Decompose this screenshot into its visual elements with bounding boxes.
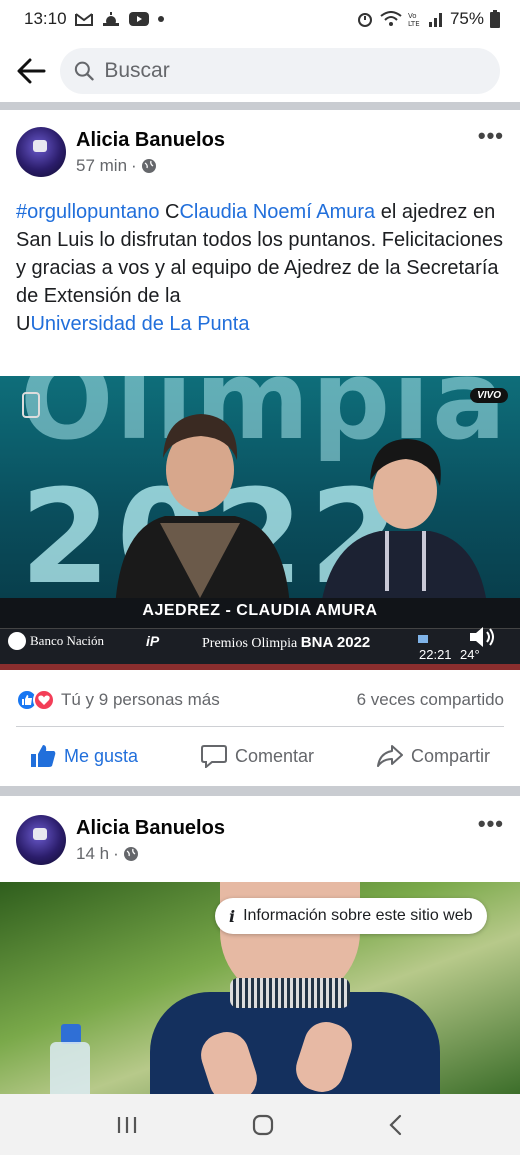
back-nav-icon[interactable] <box>388 1114 404 1136</box>
link-prefix: U <box>16 313 31 335</box>
tv-headline: AJEDREZ - CLAUDIA AMURA <box>142 602 378 619</box>
reaction-summary: Tú y 9 personas más <box>61 690 220 709</box>
post-text: #orgullopuntano CClaudia Noemí Amura el … <box>16 198 506 338</box>
wifi-icon <box>380 11 402 27</box>
woman-figure <box>115 414 290 608</box>
dot-icon <box>157 15 165 23</box>
post-time[interactable]: 14 h <box>76 844 109 864</box>
youtube-icon <box>128 12 149 26</box>
section-divider <box>0 102 520 110</box>
share-button[interactable]: Compartir <box>376 744 490 768</box>
flag-icon <box>418 635 428 643</box>
channel-logo: iP <box>146 633 160 649</box>
system-nav-bar <box>0 1094 520 1155</box>
status-time: 13:10 <box>24 9 67 28</box>
share-icon <box>376 745 403 767</box>
svg-text:LTE: LTE <box>408 20 420 27</box>
back-button[interactable] <box>14 54 48 88</box>
program-prefix: Premios Olimpia <box>202 636 298 651</box>
live-badge: VIVO <box>470 388 508 403</box>
status-bar: 13:10 Vo LTE 75% <box>0 0 520 38</box>
bank-icon <box>8 632 26 650</box>
author-name[interactable]: Alicia Banuelos <box>76 817 225 840</box>
comment-icon <box>201 745 227 768</box>
like-label: Me gusta <box>64 745 139 766</box>
search-icon <box>74 61 94 81</box>
water-bottle <box>50 1042 90 1094</box>
search-box[interactable] <box>60 48 500 94</box>
search-header <box>0 42 520 100</box>
home-icon[interactable] <box>251 1113 275 1137</box>
avatar[interactable] <box>16 127 66 177</box>
recent-apps-icon[interactable] <box>116 1115 138 1135</box>
sponsor-name: Banco Nación <box>30 633 105 648</box>
speaker-icon[interactable] <box>468 624 496 650</box>
svg-text:Vo: Vo <box>408 12 417 20</box>
battery-percent: 75% <box>449 9 484 28</box>
post-time[interactable]: 57 min <box>76 156 127 176</box>
info-icon: i <box>229 906 236 926</box>
avatar[interactable] <box>16 815 66 865</box>
volte-icon: Vo LTE <box>408 11 422 27</box>
globe-icon <box>141 158 156 173</box>
tv-clock: 22:21 <box>419 647 452 662</box>
globe-icon <box>123 846 138 861</box>
love-reaction-icon <box>33 689 55 711</box>
search-input[interactable] <box>104 59 486 83</box>
site-info-button[interactable]: i Información sobre este sitio web <box>215 898 487 934</box>
post-image[interactable]: Olimpia 2022 VIVO AJEDREZ - CLAUDIA AMUR… <box>0 376 520 670</box>
page-link[interactable]: Universidad de La Punta <box>30 313 249 335</box>
post-separator <box>0 786 520 796</box>
more-options-button[interactable]: ••• <box>478 811 504 837</box>
more-options-button[interactable]: ••• <box>478 123 504 149</box>
thumbs-up-icon <box>31 745 56 767</box>
like-button[interactable]: Me gusta <box>30 744 138 768</box>
reactions-row[interactable]: Tú y 9 personas más 6 veces compartido <box>0 683 520 717</box>
action-divider <box>16 726 504 727</box>
site-info-label: Información sobre este sitio web <box>243 907 473 924</box>
comment-label: Comentar <box>235 745 315 766</box>
channel-logo-icon <box>22 392 40 418</box>
comment-button[interactable]: Comentar <box>201 744 314 768</box>
signal-icon <box>428 11 444 27</box>
program-name: Premios Olimpia BNA 2022 <box>202 634 370 652</box>
young-man-figure <box>320 439 488 611</box>
arrow-left-icon <box>17 58 46 84</box>
post2-header: Alicia Banuelos 14 h · ••• <box>0 805 520 875</box>
shirt-collar <box>230 978 350 1008</box>
share-label: Compartir <box>410 745 490 766</box>
post-actions: Me gusta Comentar Compartir <box>0 732 520 780</box>
post-header: Alicia Banuelos 57 min · ••• <box>0 117 520 187</box>
hashtag-link[interactable]: #orgullopuntano <box>16 201 159 223</box>
gmail-icon <box>74 12 93 26</box>
battery-icon <box>490 10 500 28</box>
share-count[interactable]: 6 veces compartido <box>357 690 504 710</box>
tv-strip <box>0 664 520 670</box>
weather-icon <box>101 12 121 26</box>
author-name[interactable]: Alicia Banuelos <box>76 129 225 152</box>
program-bold: BNA 2022 <box>300 634 371 651</box>
sponsor-logo: Banco Nación <box>8 632 104 650</box>
mention-prefix: C <box>165 201 180 223</box>
bottle-cap <box>61 1024 81 1044</box>
alarm-icon <box>356 10 374 28</box>
mention-link[interactable]: Claudia Noemí Amura <box>179 201 375 223</box>
